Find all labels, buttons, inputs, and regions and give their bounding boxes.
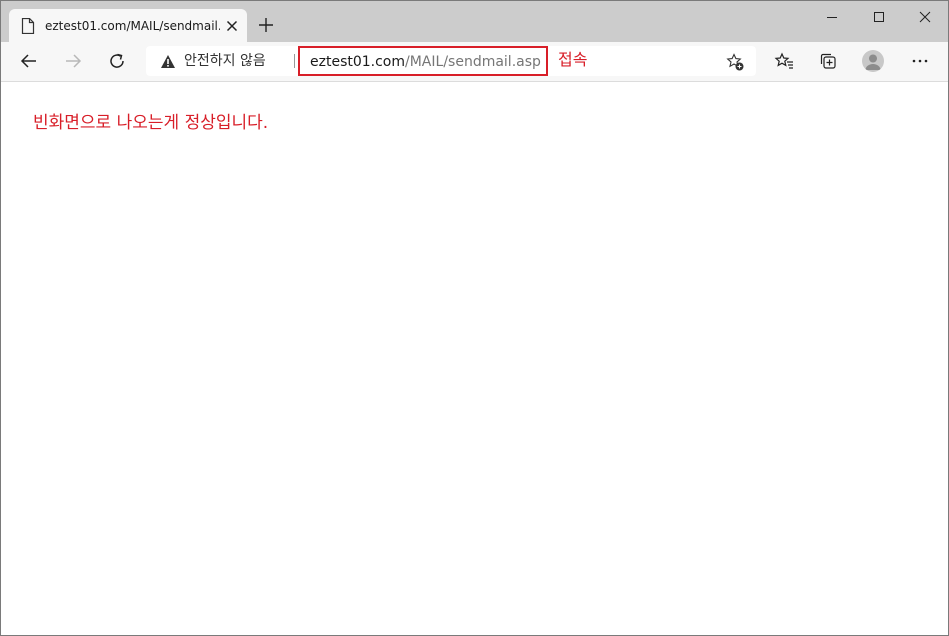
close-icon[interactable] bbox=[917, 9, 933, 25]
url-highlight-box[interactable]: eztest01.com/MAIL/sendmail.asp bbox=[298, 46, 548, 76]
url-text[interactable]: eztest01.com/MAIL/sendmail.asp bbox=[310, 53, 541, 71]
address-bar[interactable]: 안전하지 않음 eztest01.com/MAIL/sendmail.asp 접… bbox=[146, 46, 756, 76]
url-host: eztest01.com bbox=[310, 54, 406, 70]
collections-icon[interactable] bbox=[818, 51, 838, 71]
tab-title: eztest01.com/MAIL/sendmail.asp bbox=[45, 19, 220, 33]
tab-active[interactable]: eztest01.com/MAIL/sendmail.asp bbox=[9, 9, 247, 42]
security-status-label[interactable]: 안전하지 않음 bbox=[184, 52, 266, 70]
tab-strip: eztest01.com/MAIL/sendmail.asp bbox=[1, 1, 948, 42]
more-icon[interactable] bbox=[910, 51, 930, 71]
address-separator bbox=[294, 54, 295, 68]
arrow-right-icon[interactable] bbox=[63, 51, 83, 71]
tab-close-icon[interactable] bbox=[225, 19, 239, 33]
warning-icon[interactable] bbox=[160, 54, 176, 69]
browser-window: eztest01.com/MAIL/sendmail.asp bbox=[0, 0, 949, 636]
url-path: /MAIL/sendmail.asp bbox=[405, 54, 541, 70]
minimize-icon[interactable] bbox=[824, 9, 840, 25]
maximize-icon[interactable] bbox=[871, 9, 887, 25]
profile-icon[interactable] bbox=[862, 50, 884, 72]
new-tab-plus-icon[interactable] bbox=[257, 16, 275, 34]
connect-annotation: 접속 bbox=[558, 50, 588, 69]
star-add-icon[interactable] bbox=[726, 53, 744, 71]
reload-icon[interactable] bbox=[107, 51, 127, 71]
blank-page-annotation: 빈화면으로 나오는게 정상입니다. bbox=[33, 113, 269, 133]
favorites-icon[interactable] bbox=[774, 51, 794, 71]
page-icon bbox=[21, 18, 35, 34]
arrow-left-icon[interactable] bbox=[19, 51, 39, 71]
page-content: 빈화면으로 나오는게 정상입니다. bbox=[1, 82, 948, 635]
browser-toolbar: 안전하지 않음 eztest01.com/MAIL/sendmail.asp 접… bbox=[1, 42, 948, 82]
